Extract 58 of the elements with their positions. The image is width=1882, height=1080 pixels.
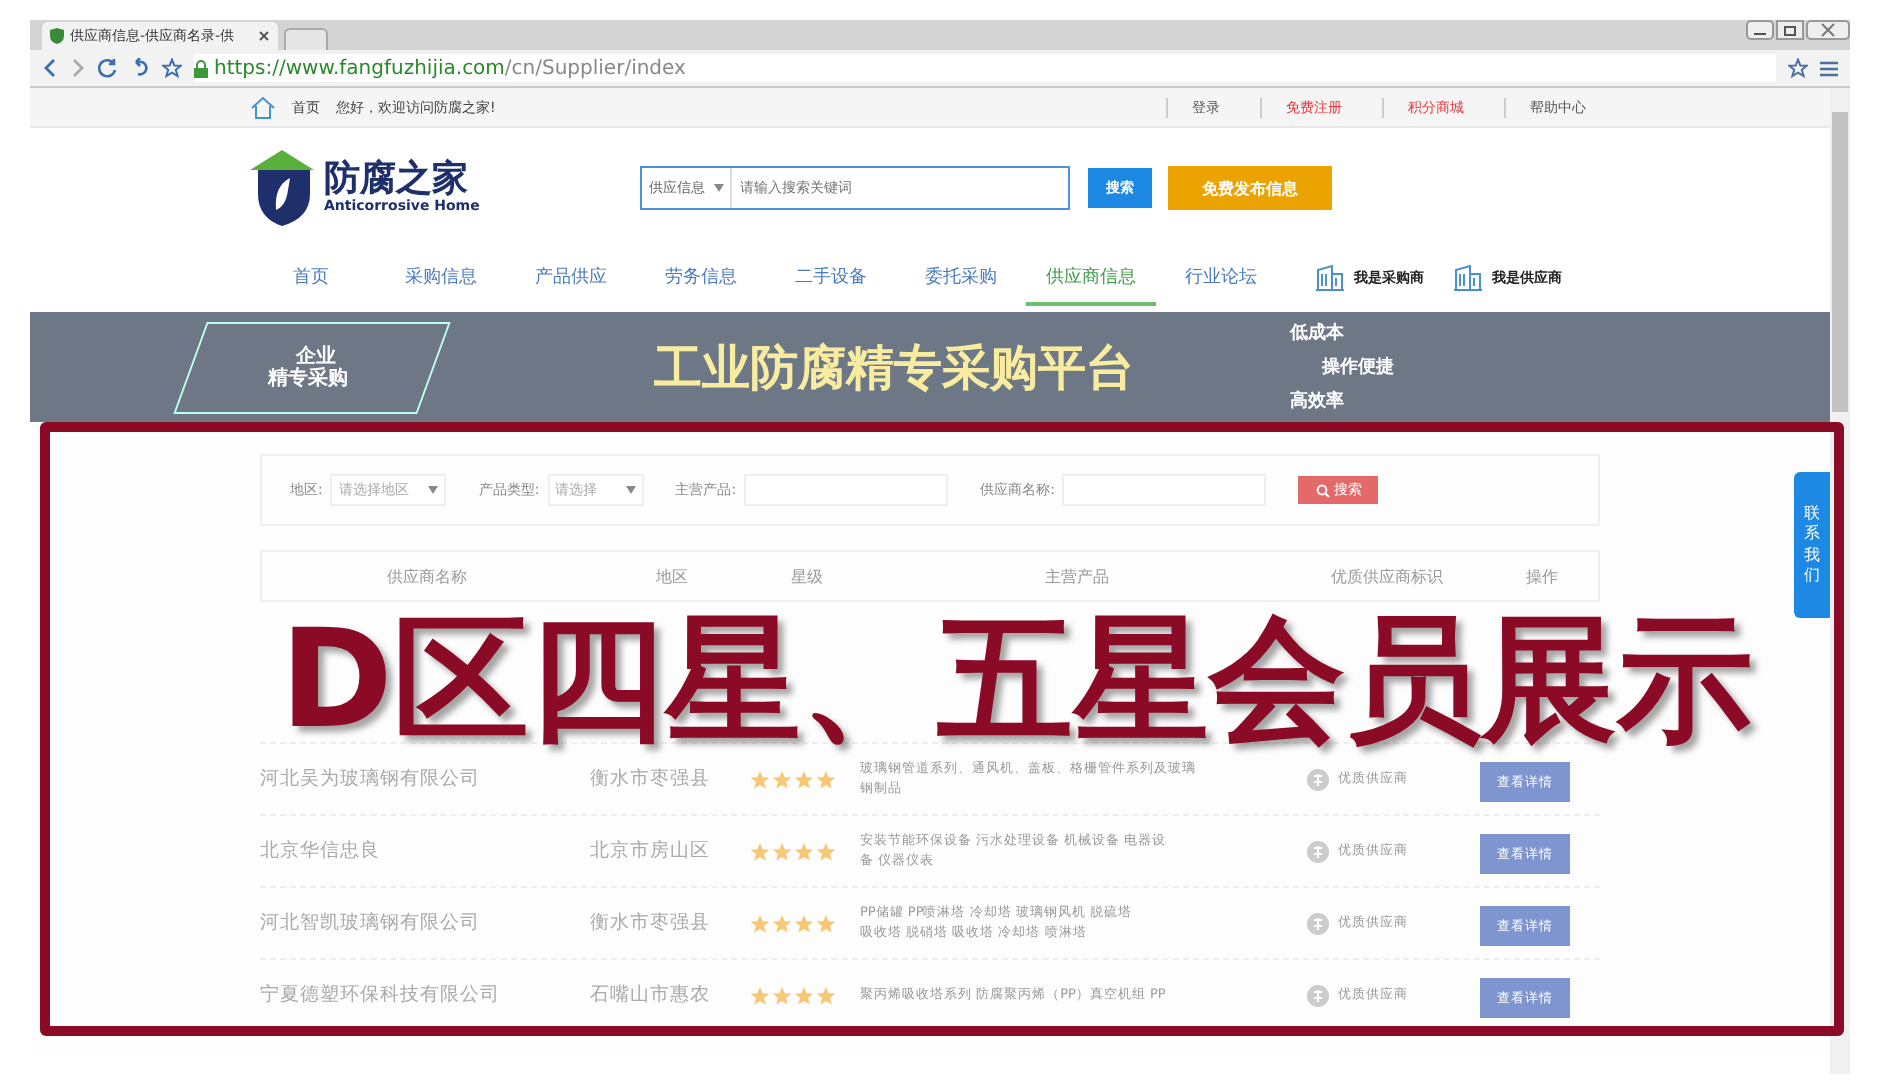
seal-icon xyxy=(1306,767,1330,791)
logo-icon xyxy=(250,150,318,226)
minimize-icon[interactable] xyxy=(1746,20,1774,40)
banner-badge-text: 精专采购 xyxy=(268,367,348,389)
nav-tab[interactable]: 行业论坛 xyxy=(1156,251,1286,305)
reload-icon[interactable] xyxy=(98,58,118,78)
banner-badge-text: 企业 xyxy=(296,345,336,367)
contact-tab[interactable]: 联系我们 xyxy=(1794,472,1830,618)
column-header: 优质供应商标识 xyxy=(1329,565,1445,587)
region-cell-text: 北京市房山区 xyxy=(590,838,712,864)
nav-tab[interactable]: 委托采购 xyxy=(896,251,1026,305)
region-cell-text: 衡水市枣强县 xyxy=(590,910,712,936)
search-icon xyxy=(1315,483,1330,497)
banner-feature: 低成本 xyxy=(1290,320,1346,346)
nav-tab[interactable]: 二手设备 xyxy=(766,251,896,305)
caret-icon xyxy=(625,486,636,494)
nav-tab[interactable]: 采购信息 xyxy=(376,251,506,305)
nav-tab[interactable]: 产品供应 xyxy=(506,251,636,305)
seal-icon xyxy=(1306,983,1330,1007)
column-header: 操作 xyxy=(1524,565,1560,587)
nav-tab[interactable]: 劳务信息 xyxy=(636,251,766,305)
menu-icon[interactable] xyxy=(1820,59,1838,77)
star-icon[interactable] xyxy=(1788,58,1808,78)
nav-tab[interactable]: 供应商信息 xyxy=(1026,251,1156,305)
banner-feature: 高效率 xyxy=(1290,388,1346,414)
lock-icon xyxy=(194,59,208,77)
supplier-name[interactable]: 河北智凯玻璃钢有限公司 xyxy=(260,910,590,936)
building-icon xyxy=(1452,264,1484,292)
banner-title: 工业防腐精专采购平台 xyxy=(654,337,1134,399)
region-cell-text: 衡水市枣强县 xyxy=(590,766,712,792)
shield-icon xyxy=(50,28,64,44)
banner-feature: 操作便捷 xyxy=(1322,354,1394,380)
back-icon[interactable] xyxy=(42,58,58,78)
supplier-name[interactable]: 宁夏德塑环保科技有限公司 xyxy=(260,982,590,1008)
column-header: 主营产品 xyxy=(1043,565,1111,587)
caret-icon xyxy=(713,184,723,192)
restore-icon[interactable] xyxy=(1776,20,1804,40)
building-icon xyxy=(1314,264,1346,292)
supplier-name[interactable]: 北京华信忠良 xyxy=(260,838,590,864)
overlay-caption: D区四星、五星会员展示 xyxy=(280,614,1753,750)
seal-icon xyxy=(1306,839,1330,863)
supplier-name[interactable]: 河北吴为玻璃钢有限公司 xyxy=(260,766,590,792)
close-icon[interactable] xyxy=(1806,20,1850,40)
home-icon[interactable] xyxy=(250,95,276,119)
publish-button[interactable]: 免费发布信息 xyxy=(1168,166,1332,210)
scrollbar-thumb[interactable] xyxy=(1832,112,1848,412)
column-header: 星级 xyxy=(789,565,825,587)
close-icon[interactable] xyxy=(258,30,270,42)
star-icon[interactable] xyxy=(162,58,182,78)
caret-icon xyxy=(428,486,439,494)
region-cell-text: 石嘴山市惠农 xyxy=(590,982,712,1008)
seal-icon xyxy=(1306,911,1330,935)
undo-icon[interactable] xyxy=(130,58,150,78)
nav-tab[interactable]: 首页 xyxy=(246,251,376,305)
column-header: 供应商名称 xyxy=(385,565,469,587)
address-bar[interactable]: https://www.fangfuzhijia.com/cn/Supplier/index xyxy=(194,54,1776,82)
column-header: 地区 xyxy=(654,565,690,587)
logo-title: 防腐之家 xyxy=(324,162,468,198)
